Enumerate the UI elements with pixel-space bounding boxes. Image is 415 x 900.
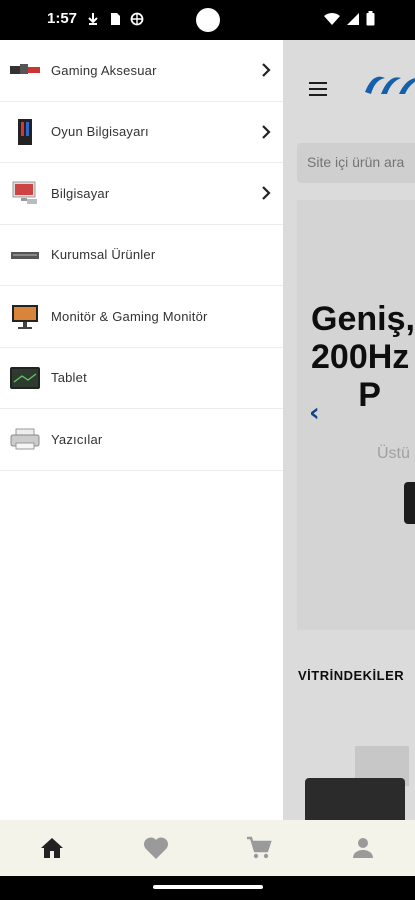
wifi-icon	[324, 12, 340, 25]
signal-icon	[347, 12, 359, 25]
status-icons-left	[86, 12, 144, 26]
computer-icon	[10, 178, 40, 208]
gesture-area	[0, 876, 415, 900]
category-item-bilgisayar[interactable]: Bilgisayar	[0, 163, 283, 225]
sim-card-icon	[111, 13, 120, 25]
vpn-globe-icon	[130, 12, 144, 26]
category-drawer: Gaming Aksesuar Oyun Bilgisayarı Bilgisa…	[0, 40, 283, 820]
monitor-icon	[10, 301, 40, 331]
nav-home[interactable]	[0, 820, 104, 876]
category-label: Yazıcılar	[51, 431, 103, 447]
category-item-tablet[interactable]: Tablet	[0, 348, 283, 409]
nav-favorites[interactable]	[104, 820, 208, 876]
profile-icon	[353, 838, 374, 858]
category-label: Kurumsal Ürünler	[51, 247, 156, 263]
chevron-right-icon	[262, 124, 271, 139]
bottom-navigation	[0, 820, 415, 876]
camera-cutout	[196, 8, 220, 32]
category-item-oyun-bilgisayari[interactable]: Oyun Bilgisayarı	[0, 102, 283, 163]
category-item-yazicilar[interactable]: Yazıcılar	[0, 409, 283, 471]
status-time: 1:57	[47, 10, 78, 27]
category-label: Bilgisayar	[51, 185, 110, 201]
category-item-monitor[interactable]: Monitör & Gaming Monitör	[0, 286, 283, 348]
status-icons-right	[324, 11, 375, 26]
status-bar: 1:57	[0, 0, 415, 40]
category-label: Tablet	[51, 370, 87, 386]
chevron-right-icon	[262, 186, 271, 200]
category-item-gaming-aksesuar[interactable]: Gaming Aksesuar	[0, 40, 283, 102]
nav-profile[interactable]	[311, 820, 415, 876]
gesture-bar[interactable]	[153, 885, 263, 889]
corporate-products-icon	[10, 240, 40, 270]
download-icon	[88, 13, 98, 25]
gaming-pc-icon	[10, 117, 40, 147]
category-item-kurumsal-urunler[interactable]: Kurumsal Ürünler	[0, 225, 283, 286]
printer-icon	[10, 424, 40, 454]
nav-cart[interactable]	[208, 820, 312, 876]
category-label: Gaming Aksesuar	[51, 62, 157, 78]
chevron-right-icon	[262, 63, 271, 77]
gaming-accessory-icon	[10, 55, 40, 85]
battery-icon	[366, 11, 375, 26]
tablet-icon	[10, 363, 40, 393]
home-icon	[40, 838, 63, 858]
cart-icon	[247, 836, 273, 859]
category-label: Oyun Bilgisayarı	[51, 124, 149, 140]
category-label: Monitör & Gaming Monitör	[51, 308, 208, 324]
heart-icon	[143, 837, 168, 859]
